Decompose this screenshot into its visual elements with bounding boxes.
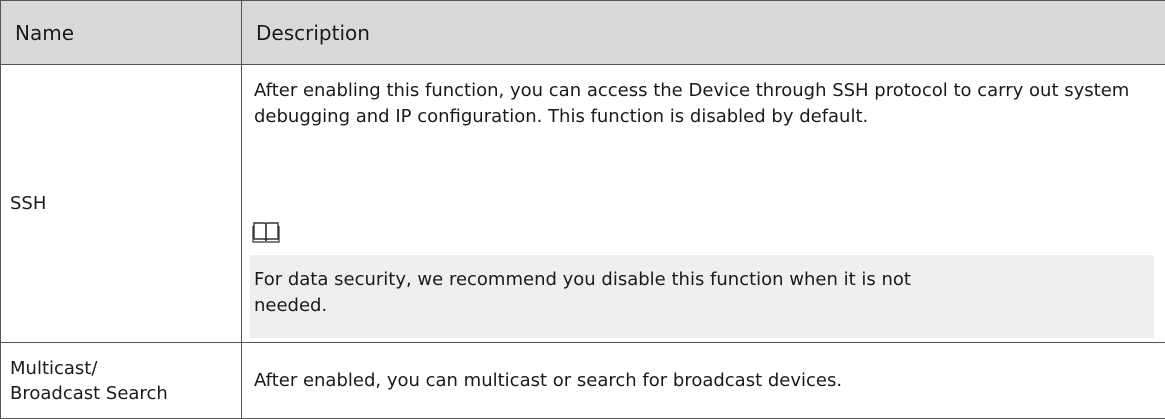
note-text: For data security, we recommend you disa… — [254, 267, 974, 319]
row-name-ssh: SSH — [1, 191, 241, 216]
table-header-row: Name Description — [1, 1, 1165, 65]
note-block: For data security, we recommend you disa… — [250, 255, 1154, 338]
row-description-cell: After enabled, you can multicast or sear… — [242, 343, 1165, 419]
row-name-cell: SSH — [1, 65, 242, 343]
ssh-description-text: After enabling this function, you can ac… — [254, 78, 1149, 130]
row-description-cell: After enabling this function, you can ac… — [242, 65, 1165, 343]
book-note-icon — [252, 221, 280, 243]
table-row: SSH After enabling this function, you ca… — [1, 65, 1165, 343]
header-description-cell: Description — [242, 1, 1165, 65]
header-name-cell: Name — [1, 1, 242, 65]
multicast-description-text: After enabled, you can multicast or sear… — [242, 370, 1165, 391]
header-description-label: Description — [242, 21, 1165, 45]
row-name-multicast: Multicast/ — [1, 356, 241, 381]
table-row: Multicast/ Broadcast Search After enable… — [1, 343, 1165, 419]
row-name-broadcast-search: Broadcast Search — [1, 381, 241, 406]
row-name-cell: Multicast/ Broadcast Search — [1, 343, 242, 419]
header-name-label: Name — [1, 21, 241, 45]
parameter-table: Name Description SSH After enabling this… — [0, 0, 1165, 419]
